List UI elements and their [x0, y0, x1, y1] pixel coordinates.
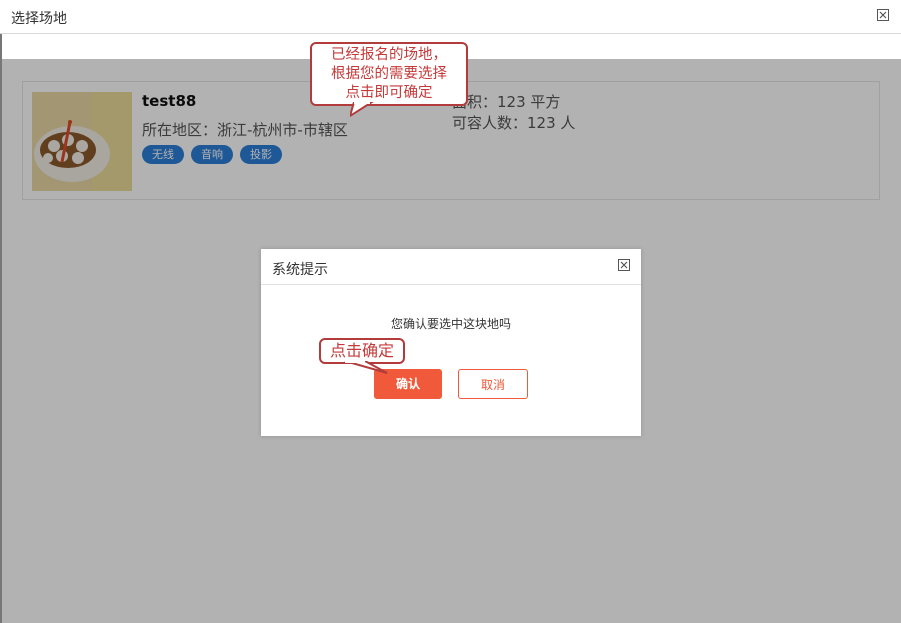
venue-hint-line-1: 已经报名的场地， [331, 47, 447, 63]
callout-pointer [350, 102, 374, 118]
callout-pointer [344, 361, 388, 374]
close-icon[interactable] [877, 9, 889, 21]
close-icon[interactable] [618, 259, 630, 271]
venue-hint-box: 已经报名的场地， 根据您的需要选择 点击即可确定 [310, 42, 468, 106]
dialog-message: 您确认要选中这块地吗 [390, 317, 511, 331]
window-title: 选择场地 [11, 11, 67, 27]
cancel-button[interactable]: 取消 [458, 369, 528, 399]
window-titlebar: 选择场地 [0, 0, 901, 34]
venue-hint-line-3: 点击即可确定 [345, 85, 433, 101]
confirm-dialog: 系统提示 您确认要选中这块地吗 确认 取消 [261, 249, 641, 436]
dialog-header: 系统提示 [261, 249, 641, 285]
venue-hint-line-2: 根据您的需要选择 [331, 66, 447, 82]
dialog-title: 系统提示 [272, 262, 328, 278]
